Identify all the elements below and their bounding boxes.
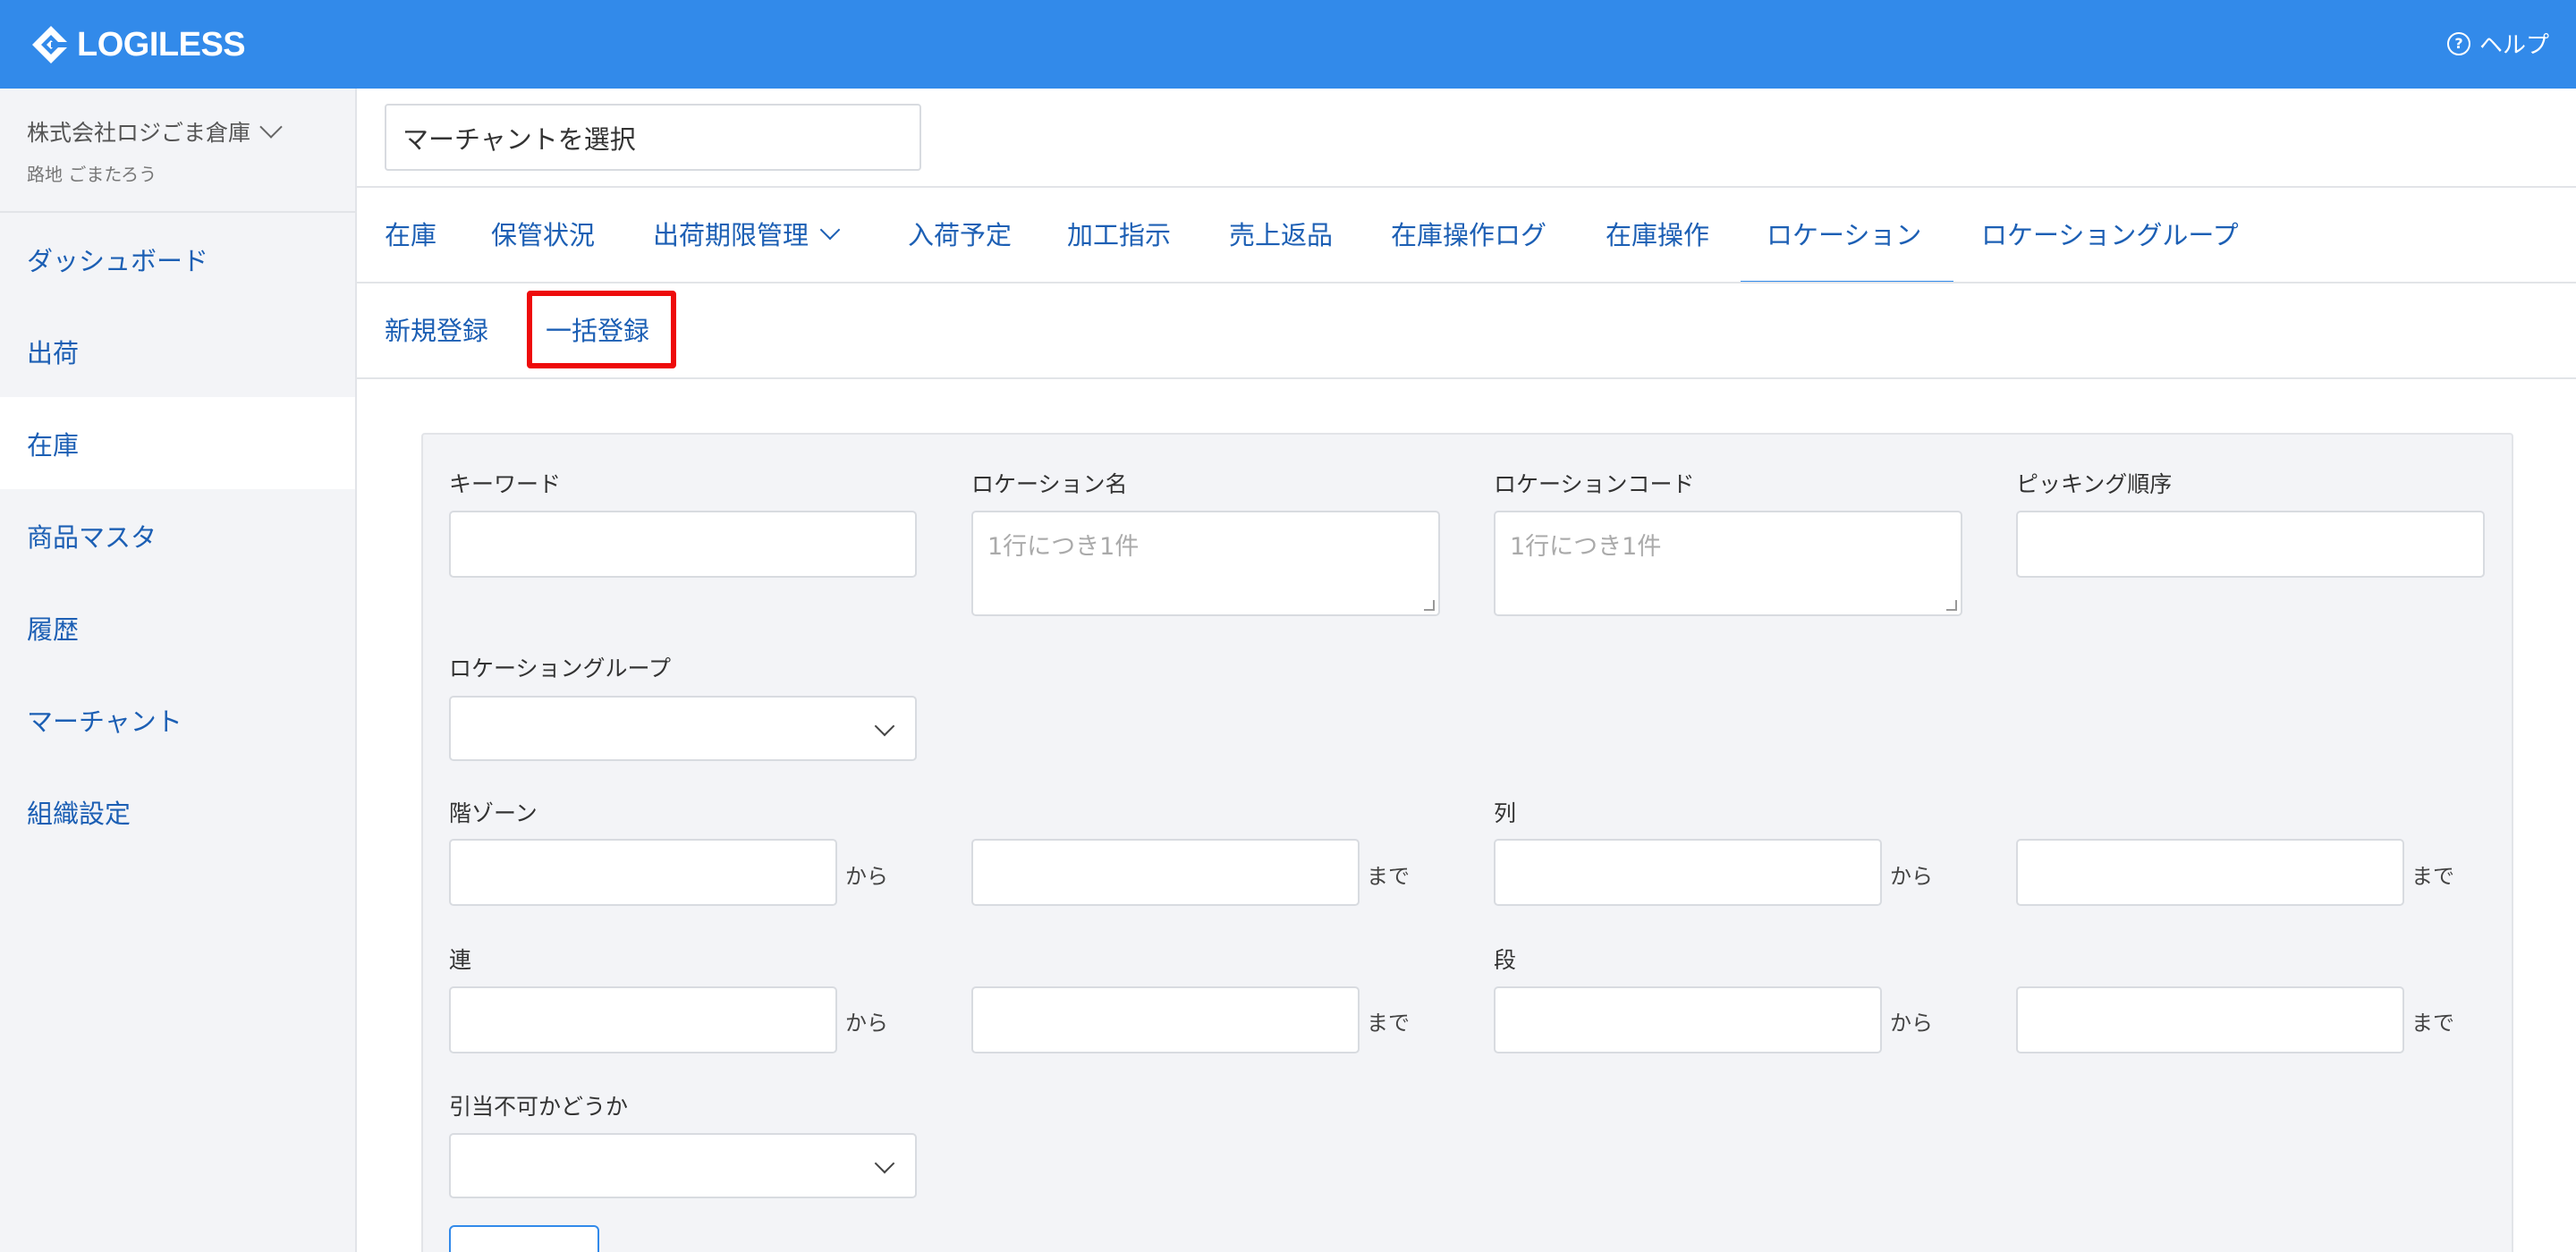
floor-zone-label: 階ゾーン [449, 800, 538, 826]
column-from-input[interactable] [1494, 839, 1882, 906]
tab-location-group[interactable]: ロケーショングループ [1981, 215, 2239, 252]
merchant-select[interactable]: マーチャントを選択 [385, 104, 921, 171]
sidebar-item-history[interactable]: 履歴 [0, 581, 355, 673]
ren-from-input[interactable] [449, 986, 837, 1053]
column-label: 列 [1494, 800, 1517, 826]
tab-sales-returns[interactable]: 売上返品 [1229, 215, 1333, 252]
ren-to-input[interactable] [971, 986, 1360, 1053]
subtab-new-registration[interactable]: 新規登録 [385, 310, 488, 348]
location-group-select[interactable] [449, 696, 917, 761]
sidebar-item-inventory[interactable]: 在庫 [0, 397, 355, 489]
keyword-label: キーワード [449, 471, 562, 497]
location-code-label: ロケーションコード [1494, 471, 1695, 497]
unallocatable-label: 引当不可かどうか [449, 1094, 629, 1120]
location-code-textarea[interactable]: 1行につき1件 [1494, 511, 1962, 616]
to-suffix: まで [2411, 1011, 2454, 1036]
from-suffix: から [845, 864, 888, 889]
logo-mark-icon [32, 26, 71, 63]
help-question-icon: ? [2446, 31, 2470, 55]
location-name-label: ロケーション名 [971, 471, 1128, 497]
highlight-box [527, 291, 676, 368]
dan-label: 段 [1494, 947, 1517, 973]
sidebar-item-org-settings[interactable]: 組織設定 [0, 766, 355, 858]
tab-location[interactable]: ロケーション [1767, 215, 1921, 252]
chevron-down-icon [874, 715, 895, 737]
column-to-input[interactable] [2016, 839, 2404, 906]
floor-zone-to-input[interactable] [971, 839, 1360, 906]
sidebar-item-shipping[interactable]: 出荷 [0, 305, 355, 397]
sidebar-item-product-master[interactable]: 商品マスタ [0, 489, 355, 581]
sidebar: 株式会社ロジごま倉庫 路地 ごまたろう ダッシュボード 出荷 在庫 商品マスタ … [0, 89, 357, 1252]
from-suffix: から [1890, 1011, 1933, 1036]
org-name: 株式会社ロジごま倉庫 [27, 120, 251, 146]
tab-processing[interactable]: 加工指示 [1067, 215, 1171, 252]
tab-shipping-deadline-label: 出荷期限管理 [653, 220, 809, 250]
location-group-label: ロケーショングループ [449, 656, 672, 681]
from-suffix: から [845, 1011, 888, 1036]
sidebar-item-dashboard[interactable]: ダッシュボード [0, 213, 355, 305]
to-suffix: まで [1367, 1011, 1410, 1036]
to-suffix: まで [2411, 864, 2454, 889]
app-header: LOGILESS ? ヘルプ [0, 0, 2576, 89]
keyword-input[interactable] [449, 511, 917, 578]
tab-inventory-log[interactable]: 在庫操作ログ [1391, 215, 1546, 252]
chevron-down-icon [259, 115, 283, 139]
tab-inventory[interactable]: 在庫 [385, 215, 436, 252]
dan-from-input[interactable] [1494, 986, 1882, 1053]
dan-to-input[interactable] [2016, 986, 2404, 1053]
divider [357, 377, 2576, 379]
location-name-textarea[interactable]: 1行につき1件 [971, 511, 1440, 616]
org-switcher[interactable]: 株式会社ロジごま倉庫 路地 ごまたろう [27, 115, 283, 186]
picking-order-label: ピッキング順序 [2016, 471, 2173, 497]
search-button[interactable] [449, 1225, 599, 1252]
to-suffix: まで [1367, 864, 1410, 889]
picking-order-input[interactable] [2016, 511, 2485, 578]
divider [357, 186, 2576, 188]
help-link[interactable]: ? ヘルプ [2446, 27, 2549, 60]
floor-zone-from-input[interactable] [449, 839, 837, 906]
divider [357, 282, 2576, 283]
tab-storage-status[interactable]: 保管状況 [491, 215, 595, 252]
tab-inventory-operation[interactable]: 在庫操作 [1606, 215, 1709, 252]
logiless-logo[interactable]: LOGILESS [30, 22, 246, 67]
tab-arrival-schedule[interactable]: 入荷予定 [908, 215, 1012, 252]
logo-text: LOGILESS [77, 25, 246, 63]
chevron-down-icon [874, 1153, 895, 1174]
ren-label: 連 [449, 947, 472, 973]
from-suffix: から [1890, 864, 1933, 889]
sidebar-item-merchant[interactable]: マーチャント [0, 673, 355, 766]
tab-shipping-deadline[interactable]: 出荷期限管理 [653, 215, 841, 252]
user-name: 路地 ごまたろう [27, 164, 157, 185]
help-label: ヘルプ [2479, 32, 2549, 59]
unallocatable-select[interactable] [449, 1133, 917, 1198]
chevron-down-icon [819, 219, 841, 241]
